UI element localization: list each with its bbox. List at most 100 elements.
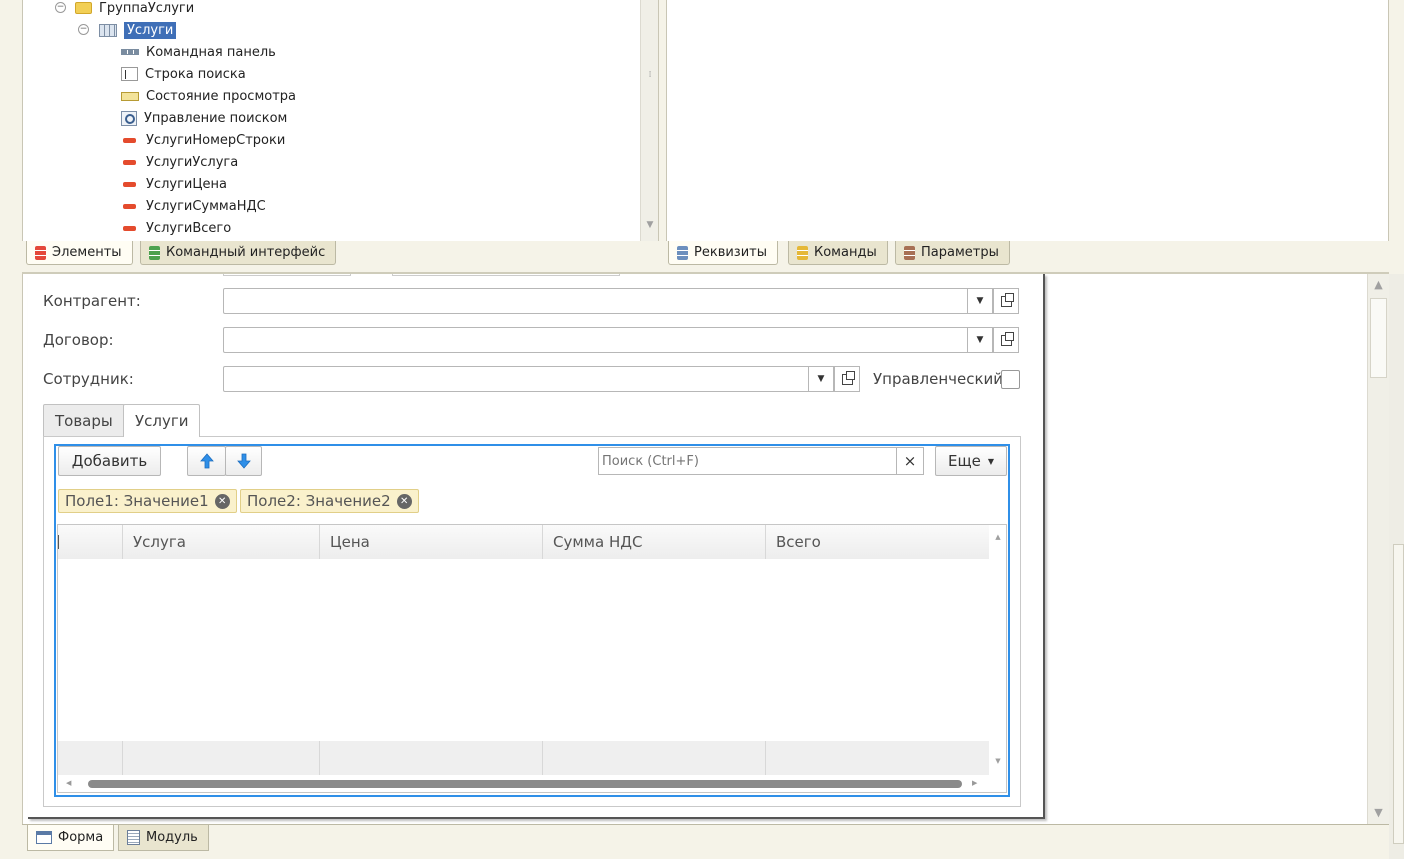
tab-commands[interactable]: Команды (788, 241, 888, 265)
contractor-field[interactable]: ▼ (223, 288, 1019, 314)
tree-item[interactable]: Состояние просмотра (121, 86, 296, 106)
employee-label: Сотрудник: (43, 370, 134, 388)
tab-command-interface[interactable]: Командный интерфейс (140, 241, 337, 265)
scroll-up-icon[interactable]: ▲ (1368, 278, 1389, 291)
open-icon[interactable] (993, 288, 1019, 314)
elements-tree-panel: − ГруппаУслуги − Услуги Командная панель… (22, 0, 659, 241)
add-button-label: Добавить (71, 452, 148, 470)
dropdown-icon[interactable]: ▼ (967, 288, 993, 314)
search-control-icon (121, 110, 137, 126)
scroll-down-icon[interactable]: ▼ (1368, 806, 1389, 819)
tab-label: Командный интерфейс (166, 245, 326, 260)
commands-icon (797, 245, 808, 260)
column-header-label: Цена (330, 533, 370, 551)
open-icon[interactable] (834, 366, 860, 392)
filter-chip[interactable]: Поле2: Значение2 ✕ (240, 489, 419, 513)
close-icon[interactable]: ✕ (214, 493, 230, 509)
move-up-button[interactable] (187, 446, 226, 476)
row-number-header[interactable] (58, 525, 123, 559)
collapse-icon[interactable]: − (78, 24, 89, 35)
properties-panel (666, 0, 1389, 241)
tab-elements[interactable]: Элементы (26, 241, 133, 265)
column-header[interactable]: Цена (320, 525, 543, 559)
search-input[interactable] (599, 448, 889, 474)
partial-field[interactable] (392, 274, 620, 276)
dropdown-icon[interactable]: ▼ (967, 327, 993, 353)
add-button[interactable]: Добавить (58, 446, 161, 476)
tree-item-selected[interactable]: Услуги (99, 20, 177, 40)
search-line-icon (121, 67, 138, 81)
scroll-right-icon[interactable]: ▶ (972, 779, 977, 787)
command-panel-icon (121, 49, 139, 55)
tree-item[interactable]: УслугиУслуга (121, 152, 238, 172)
view-state-icon (121, 91, 139, 101)
tree-scrollbar[interactable]: ⁞ ▼ (640, 0, 658, 241)
collapse-icon[interactable]: − (55, 2, 66, 13)
search-field[interactable]: × (598, 447, 924, 475)
tab-goods[interactable]: Товары (43, 404, 125, 436)
table-vscrollbar[interactable]: ▲ ▼ (989, 525, 1006, 775)
tree-item-label: УслугиСуммаНДС (146, 198, 266, 214)
tree-item[interactable]: Командная панель (121, 42, 276, 62)
module-icon (127, 830, 140, 845)
more-button[interactable]: Еще ▼ (935, 446, 1007, 476)
scroll-down-icon[interactable]: ▼ (989, 757, 1006, 765)
tab-label: Параметры (921, 245, 999, 260)
right-edge-panel (1389, 274, 1404, 859)
partial-field[interactable] (223, 274, 351, 276)
tree-item[interactable]: ГруппаУслуги (75, 0, 194, 18)
tab-parameters[interactable]: Параметры (895, 241, 1010, 265)
tree-item-label: ГруппаУслуги (99, 0, 195, 16)
column-header[interactable]: Всего (766, 525, 989, 559)
tab-module[interactable]: Модуль (118, 825, 209, 851)
tab-label: Элементы (52, 245, 122, 260)
scroll-left-icon[interactable]: ◀ (66, 779, 71, 787)
preview-scrollbar[interactable]: ▲ ▼ (1367, 274, 1389, 824)
close-icon[interactable]: ✕ (396, 493, 412, 509)
tree-item[interactable]: УслугиСуммаНДС (121, 196, 266, 216)
managerial-checkbox[interactable] (1001, 370, 1020, 389)
tab-services[interactable]: Услуги (123, 404, 201, 437)
column-header-label: Сумма НДС (553, 533, 643, 551)
column-header[interactable]: Услуга (123, 525, 320, 559)
services-table[interactable]: Услуга Цена Сумма НДС Всего ▲ ▼ ◀ ▶ (57, 524, 1007, 793)
tree-item[interactable]: Строка поиска (121, 64, 246, 84)
tree-item[interactable]: Управление поиском (121, 108, 287, 128)
contract-field[interactable]: ▼ (223, 327, 1019, 353)
scroll-up-icon[interactable]: ▲ (989, 533, 1006, 541)
tab-form[interactable]: Форма (27, 825, 115, 851)
tree-item-label: Командная панель (146, 44, 276, 60)
command-interface-icon (149, 245, 160, 260)
tree-item[interactable]: УслугиНомерСтроки (121, 130, 285, 150)
filter-chip[interactable]: Поле1: Значение1 ✕ (58, 489, 237, 513)
column-header[interactable]: Сумма НДС (543, 525, 766, 559)
dropdown-icon[interactable]: ▼ (808, 366, 834, 392)
tree-item-label: УслугиВсего (146, 220, 232, 236)
more-button-label: Еще (948, 452, 981, 470)
tab-label: Модуль (146, 830, 198, 845)
managerial-label: Управленческий: (873, 370, 1009, 388)
field-icon (123, 203, 136, 209)
employee-field[interactable]: ▼ (223, 366, 860, 392)
field-icon (123, 181, 136, 187)
tab-attributes[interactable]: Реквизиты (668, 241, 778, 265)
scroll-down-icon[interactable]: ▼ (641, 220, 658, 230)
table-icon (99, 23, 117, 37)
tree-item-label: Управление поиском (144, 110, 288, 126)
arrow-up-icon (199, 453, 214, 469)
side-splitter[interactable] (1393, 544, 1404, 844)
move-down-button[interactable] (225, 446, 262, 476)
scroll-thumb[interactable] (1370, 298, 1387, 378)
column-header-label: Услуга (133, 533, 186, 551)
chip-label: Поле1: Значение1 (65, 492, 209, 510)
folder-icon (75, 2, 92, 14)
clear-search-icon[interactable]: × (896, 448, 923, 474)
tree-item-label: УслугиЦена (146, 176, 227, 192)
footer-cell (123, 741, 320, 775)
scroll-thumb[interactable] (88, 780, 962, 788)
tree-item-label: Состояние просмотра (146, 88, 297, 104)
table-hscrollbar[interactable]: ◀ ▶ (58, 776, 989, 792)
tree-item[interactable]: УслугиВсего (121, 218, 231, 238)
tree-item[interactable]: УслугиЦена (121, 174, 227, 194)
open-icon[interactable] (993, 327, 1019, 353)
